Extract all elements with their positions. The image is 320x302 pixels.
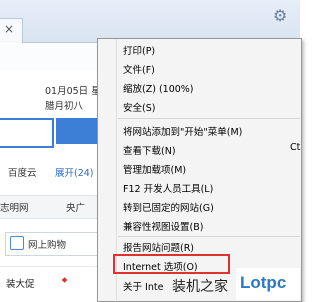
menu-shortcut-text: Ct: [290, 142, 301, 153]
menu-item-pinned-sites[interactable]: 转到已固定的网站(G): [123, 200, 214, 214]
watermark-text: 装机之家: [172, 279, 228, 295]
menu-item-about[interactable]: 关于 Inte: [123, 279, 163, 293]
internet-options-highlight: [113, 254, 230, 274]
address-bar-area[interactable]: [0, 44, 105, 71]
search-input[interactable]: [0, 118, 54, 148]
menu-item-safety[interactable]: 安全(S): [123, 100, 155, 114]
menu-item-zoom[interactable]: 缩放(Z) (100%): [123, 81, 194, 95]
watermark-logo: Lotpc: [236, 268, 300, 300]
menu-item-dev-tools[interactable]: F12 开发人员工具(L): [123, 181, 213, 195]
search-button[interactable]: [56, 118, 100, 144]
menu-item-report-problems[interactable]: 报告网站问题(R): [123, 240, 194, 254]
date-text: 01月05日 星: [45, 86, 101, 97]
shopping-cart-icon: [10, 236, 24, 250]
browser-toolbar: [0, 0, 300, 43]
menu-item-compat-view[interactable]: 兼容性视图设置(B): [123, 219, 203, 233]
gear-icon[interactable]: ⚙: [273, 6, 287, 25]
link-baidu-cloud[interactable]: 百度云: [8, 165, 37, 179]
promo-icon: ⬩: [62, 272, 68, 288]
nav-item-2[interactable]: 央广: [66, 200, 85, 214]
menu-item-print[interactable]: 打印(P): [123, 43, 155, 57]
nav-item-1[interactable]: 志明网: [0, 200, 29, 214]
shopping-label: 网上购物: [28, 240, 67, 251]
expand-link[interactable]: 展开(24): [55, 165, 94, 179]
menu-separator: [118, 236, 300, 237]
watermark-logo-text: Lotpc: [240, 273, 287, 292]
menu-item-file[interactable]: 文件(F): [123, 62, 155, 76]
lunar-date-text: 腊月初八: [45, 101, 84, 112]
menu-separator: [118, 118, 300, 119]
menu-item-add-to-start[interactable]: 将网站添加到"开始"菜单(M): [123, 124, 242, 138]
menu-item-manage-addons[interactable]: 管理加载项(M): [123, 162, 186, 176]
tab-close-icon[interactable]: ×: [4, 22, 14, 36]
menu-item-view-downloads[interactable]: 查看下载(N): [123, 143, 176, 157]
promo-text[interactable]: 装大促: [6, 276, 35, 290]
